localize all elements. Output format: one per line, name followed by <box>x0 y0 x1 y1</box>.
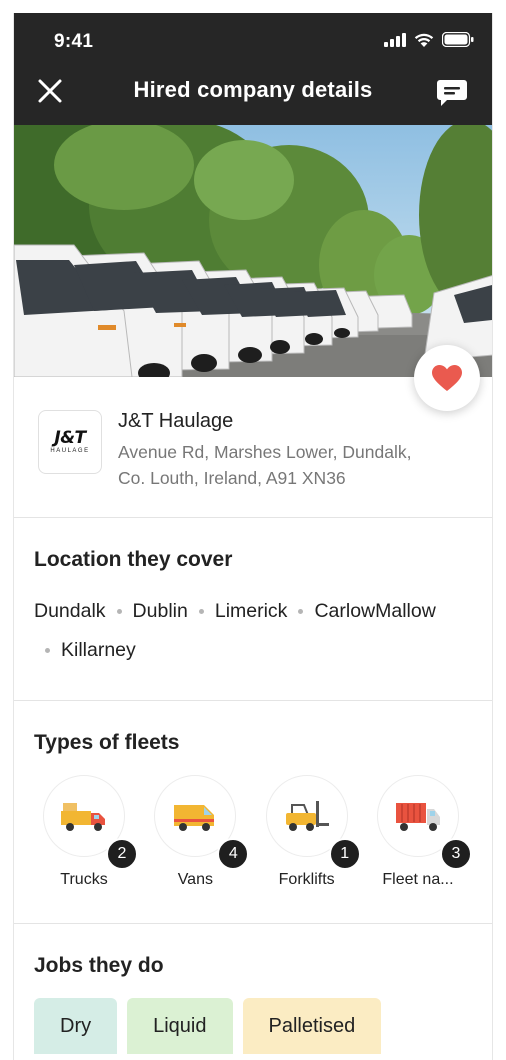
jobs-list: Dry Liquid Palletised <box>34 998 472 1054</box>
fleet-icon-circle: 3 <box>376 775 472 870</box>
fleet-icon-circle: 2 <box>43 775 138 870</box>
container-truck-icon <box>395 803 440 831</box>
phone-screen: 9:41 Hired company details J&T HAULAGE J… <box>13 13 493 1060</box>
fleet-item-fleet-name[interactable]: 3 Fleet na... <box>368 775 472 889</box>
fleet-label: Trucks <box>60 871 108 888</box>
fleet-icon-circle: 4 <box>154 775 250 870</box>
location-item: Killarney <box>61 639 136 661</box>
fleets-section: Types of fleets 2 Trucks 4 Vans 1 Forkli… <box>14 701 492 924</box>
locations-list: Dundalk Dublin Limerick Carlow Mallow Ki… <box>34 592 454 700</box>
locations-section: Location they cover Dundalk Dublin Limer… <box>14 518 492 701</box>
separator-dot <box>298 609 304 614</box>
location-item: Mallow <box>375 600 436 622</box>
company-address-line2: Co. Louth, Ireland, A91 XN36 <box>118 468 346 488</box>
location-item: Limerick <box>214 600 288 622</box>
company-logo: J&T HAULAGE <box>38 410 102 474</box>
heart-icon <box>432 365 462 391</box>
fleet-label: Fleet na... <box>382 871 454 888</box>
wifi-icon <box>414 33 434 47</box>
separator-dot <box>116 609 122 614</box>
locations-title: Location they cover <box>34 548 233 571</box>
company-logo-text: J&T <box>54 428 86 448</box>
favorite-button[interactable] <box>414 345 480 411</box>
fleet-label: Vans <box>177 871 213 888</box>
fleet-icon-circle: 1 <box>265 775 361 870</box>
page-title: Hired company details <box>133 77 373 102</box>
jobs-section: Jobs they do Dry Liquid Palletised <box>14 924 492 1054</box>
company-logo-subtext: HAULAGE <box>50 448 90 454</box>
fleet-label: Forklifts <box>278 871 335 888</box>
separator-dot <box>45 648 50 653</box>
signal-icon <box>384 32 406 47</box>
fleet-item-forklifts[interactable]: 1 Forklifts <box>257 775 361 889</box>
company-address-line1: Avenue Rd, Marshes Lower, Dundalk, <box>118 442 412 462</box>
fleets-list: 2 Trucks 4 Vans 1 Forklifts 3 Fleet na..… <box>34 775 472 923</box>
battery-icon <box>442 32 474 47</box>
fleet-item-vans[interactable]: 4 Vans <box>145 775 250 889</box>
top-bar: 9:41 Hired company details <box>14 13 492 125</box>
truck-icon <box>61 803 105 831</box>
location-item: Dundalk <box>34 600 106 622</box>
fleet-count-badge: 2 <box>106 838 138 870</box>
fleet-count-badge: 3 <box>439 838 472 870</box>
status-time: 9:41 <box>54 31 94 52</box>
location-item: Dublin <box>132 600 188 622</box>
hero-photo <box>14 125 492 377</box>
forklift-icon <box>285 801 329 831</box>
company-name: J&T Haulage <box>118 410 234 432</box>
job-chip-dry[interactable]: Dry <box>34 998 118 1054</box>
van-icon <box>174 805 215 831</box>
separator-dot <box>198 609 204 614</box>
location-item: Carlow <box>314 600 376 622</box>
fleets-title: Types of fleets <box>34 731 180 754</box>
company-details: J&T Haulage Avenue Rd, Marshes Lower, Du… <box>118 410 411 491</box>
job-chip-palletised[interactable]: Palletised <box>242 998 382 1054</box>
jobs-title: Jobs they do <box>34 954 164 977</box>
job-chip-liquid[interactable]: Liquid <box>127 998 233 1054</box>
fleet-count-badge: 4 <box>217 838 250 870</box>
fleet-item-trucks[interactable]: 2 Trucks <box>34 775 138 889</box>
message-icon[interactable] <box>436 79 468 107</box>
status-icons <box>384 32 474 47</box>
fleet-count-badge: 1 <box>328 838 361 870</box>
